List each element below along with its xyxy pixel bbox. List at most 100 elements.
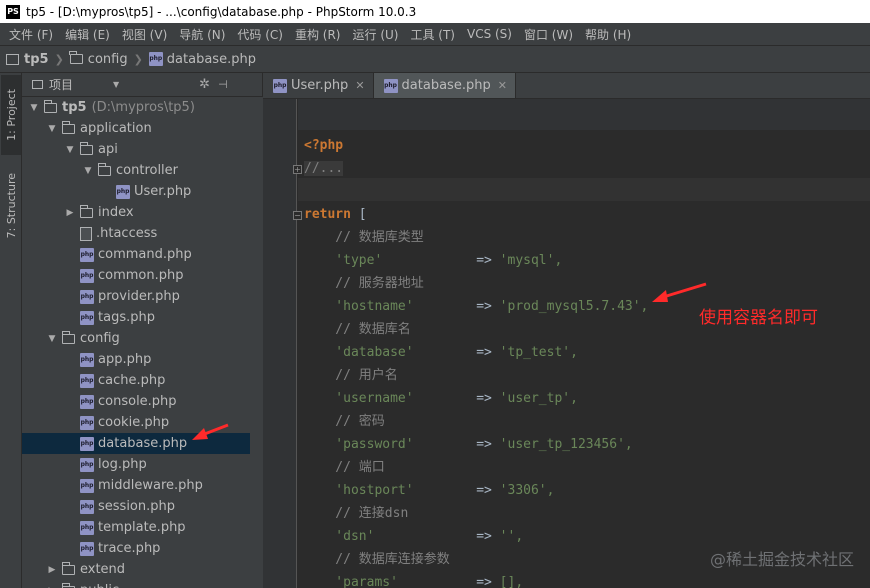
tree-item-label: common.php [98,268,184,283]
php-file-icon: php [80,520,94,535]
tool-window-strip: 1: Project 7: Structure [0,73,22,588]
tree-item[interactable]: php console.php [22,391,250,412]
tree-item-label: public [80,583,119,588]
expanded-arrow-icon[interactable]: ▼ [46,124,58,134]
tree-item[interactable]: .htaccess [22,223,250,244]
tree-item[interactable]: ▼ controller [22,160,250,181]
dropdown-arrow-icon[interactable]: ▼ [113,80,119,89]
tree-item[interactable]: php trace.php [22,538,250,559]
tree-item-label: console.php [98,394,177,409]
folder-icon [61,120,75,134]
menu-view[interactable]: 视图 (V) [117,26,172,43]
tree-item[interactable]: php session.php [22,496,250,517]
tree-item[interactable]: php template.php [22,517,250,538]
folder-icon [43,99,57,113]
tree-item[interactable]: ▶public [22,580,250,588]
expanded-arrow-icon[interactable]: ▼ [64,145,76,155]
tree-item[interactable]: php app.php [22,349,250,370]
menu-code[interactable]: 代码 (C) [232,26,288,43]
breadcrumb-config[interactable]: config ❯ [69,51,149,67]
code-config-line: 'password' => 'user_tp_123456', [304,437,633,452]
tree-item-label: provider.php [98,289,180,304]
fold-expand-icon[interactable]: + [293,165,302,174]
php-file-icon: php [80,352,94,367]
editor-top-bar [298,99,870,131]
code-config-line: 'database' => 'tp_test', [304,345,578,360]
code-config-line: 'hostname' => 'prod_mysql5.7.43', [304,299,649,314]
expanded-arrow-icon[interactable]: ▼ [28,103,40,113]
tree-item[interactable]: php tags.php [22,307,250,328]
tree-item[interactable]: php cache.php [22,370,250,391]
code-config-line: 'type' => 'mysql', [304,253,563,268]
chevron-right-icon: ❯ [133,52,143,66]
php-file-icon: php [80,247,94,262]
breadcrumb-database-php[interactable]: php database.php [148,52,256,67]
expanded-arrow-icon[interactable]: ▼ [82,166,94,176]
editor-tab-bar: php User.php ✕ php database.php ✕ [263,73,870,99]
menu-window[interactable]: 窗口 (W) [519,26,578,43]
folder-icon [79,141,93,155]
project-view-icon [32,80,43,89]
collapsed-arrow-icon[interactable]: ▶ [46,565,58,575]
tree-item[interactable]: ▼ tp5 (D:\mypros\tp5) [22,97,250,118]
code-line-folded[interactable]: //... [304,157,344,180]
menu-run[interactable]: 运行 (U) [348,26,404,43]
tab-user-php[interactable]: php User.php ✕ [263,73,374,98]
php-file-icon: php [80,268,94,283]
tree-item[interactable]: php middleware.php [22,475,250,496]
php-file-icon: php [80,478,94,493]
close-icon[interactable]: ✕ [498,79,507,92]
tree-item[interactable]: php provider.php [22,286,250,307]
tree-item-label: database.php [98,436,188,451]
gear-icon[interactable]: ✲ [199,77,210,92]
hide-panel-icon[interactable]: ⊣ [218,78,228,91]
tree-item-label: api [98,142,118,157]
php-file-icon: php [148,52,163,66]
tree-item-label: index [98,205,134,220]
tree-item[interactable]: ▶ extend [22,559,250,580]
php-file-icon: php [80,415,94,430]
phpstorm-logo-icon: PS [6,4,20,19]
project-scrollbar[interactable] [250,97,263,588]
code-editor[interactable]: <?php + //... − return [ // 数据库类型 'type'… [263,99,870,588]
tree-item-label: session.php [98,499,175,514]
menu-edit[interactable]: 编辑 (E) [60,26,115,43]
code-line-open-tag: <?php [304,138,344,153]
tool-tab-project[interactable]: 1: Project [1,75,21,155]
code-comment-line: // 服务器地址 [304,276,424,291]
menu-help[interactable]: 帮助 (H) [580,26,636,43]
tree-item[interactable]: php common.php [22,265,250,286]
tree-item[interactable]: php log.php [22,454,250,475]
expanded-arrow-icon[interactable]: ▼ [46,334,58,344]
code-line-caret [298,178,870,201]
php-file-icon: php [80,457,94,472]
menu-tools[interactable]: 工具 (T) [405,26,460,43]
menu-file[interactable]: 文件 (F) [4,26,58,43]
breadcrumb-tp5[interactable]: tp5 ❯ [6,52,70,67]
menu-navigate[interactable]: 导航 (N) [174,26,230,43]
code-config-line: 'params' => [], [304,575,524,588]
tree-item[interactable]: ▼ application [22,118,250,139]
code-comment-line: // 数据库名 [304,322,411,337]
menu-vcs[interactable]: VCS (S) [462,27,517,41]
tree-item[interactable]: ▼ config [22,328,250,349]
tree-item[interactable]: ▶ index [22,202,250,223]
collapsed-arrow-icon[interactable]: ▶ [64,208,76,218]
php-file-icon: php [116,184,130,199]
close-icon[interactable]: ✕ [355,79,364,92]
tree-item-label: application [80,121,152,136]
tool-tab-structure[interactable]: 7: Structure [1,165,21,247]
tree-item[interactable]: ▼ api [22,139,250,160]
tree-item-label: app.php [98,352,152,367]
fold-collapse-icon[interactable]: − [293,211,302,220]
php-file-icon: php [383,78,398,93]
code-line-return: return [ [304,207,367,222]
php-file-icon: php [80,373,94,388]
tree-item-label: cookie.php [98,415,170,430]
menu-refactor[interactable]: 重构 (R) [290,26,346,43]
project-view-selector[interactable]: 项目 [49,76,73,93]
tree-item[interactable]: php command.php [22,244,250,265]
tab-database-php[interactable]: php database.php ✕ [373,73,516,98]
window-title: tp5 - [D:\mypros\tp5] - ...\config\datab… [26,4,417,19]
tree-item[interactable]: php User.php [22,181,250,202]
